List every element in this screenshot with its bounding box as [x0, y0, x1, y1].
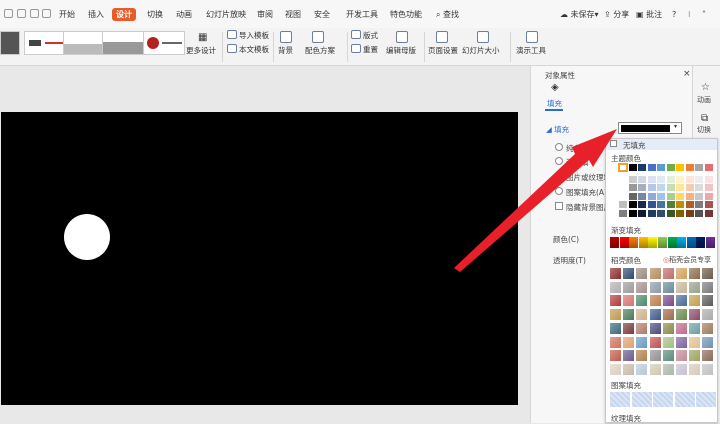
red-arrow-annotation: [454, 129, 617, 272]
arrow-icon: [454, 129, 617, 272]
